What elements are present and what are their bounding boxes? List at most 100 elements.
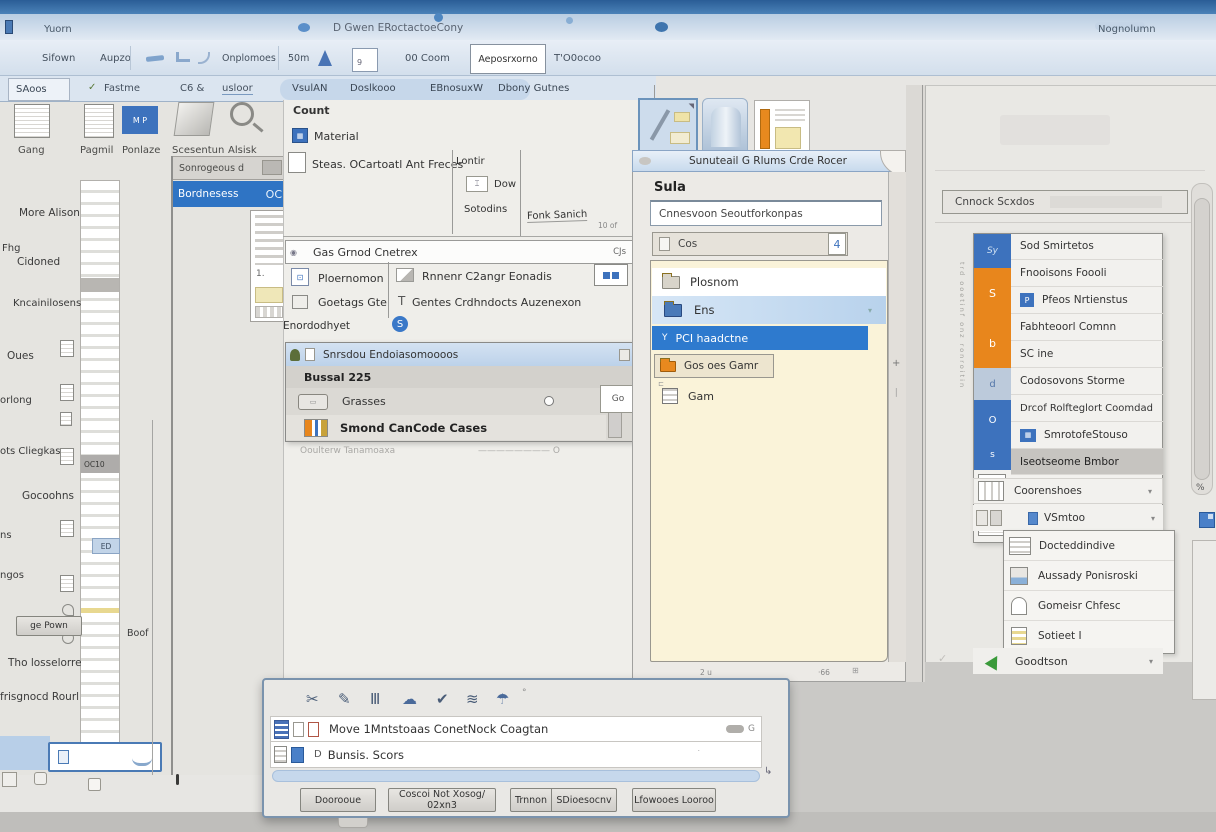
tab-dbony[interactable]: Dbony Gutnes xyxy=(498,83,569,94)
bd-icon-check[interactable]: ✔ xyxy=(436,690,449,708)
redo-icon[interactable] xyxy=(176,52,190,62)
label-oues[interactable]: Oues xyxy=(7,350,34,362)
tab-doslkooo[interactable]: Doslkooo xyxy=(350,83,396,94)
popup-corner-box[interactable] xyxy=(619,349,630,361)
checkbox-icon-3[interactable] xyxy=(88,778,101,791)
label-cliegkas[interactable]: ots Cliegkas xyxy=(0,446,60,457)
goodtson-row[interactable]: Goodtson ▾ xyxy=(973,648,1163,674)
submenu-item-4[interactable]: Sotieet I xyxy=(1004,621,1174,651)
scesentun-icon[interactable] xyxy=(174,102,215,136)
right-menu-item-2[interactable]: Fnooisons Foooli xyxy=(1011,260,1163,287)
bd-icon-columns[interactable]: Ⅲ xyxy=(370,690,380,708)
toolbar-item-coom[interactable]: 00 Coom xyxy=(405,53,450,64)
right-header[interactable]: Cnnock Scxdos xyxy=(942,190,1188,214)
list-row-ens[interactable]: Ens ▾ xyxy=(652,296,886,324)
gallery-tile-2[interactable] xyxy=(702,98,748,158)
label-kncainilosens[interactable]: Kncainilosens xyxy=(13,298,81,309)
right-scroll-track[interactable] xyxy=(1191,183,1213,495)
right-menu-item-1[interactable]: Sod Smirtetos xyxy=(1011,233,1163,260)
bottomleft-input[interactable] xyxy=(48,742,162,772)
toolbar-item-onplomoes[interactable]: Onplomoes xyxy=(222,53,276,64)
popup-option-smond[interactable]: Smond CanCode Cases xyxy=(286,415,606,440)
bd-button-coscoi[interactable]: Coscoi Not Xosog/ 02xn3 xyxy=(388,788,496,812)
menu-item-enor[interactable]: Enordodhyet xyxy=(283,320,350,332)
bd-icon-cloud[interactable]: ☁ xyxy=(402,690,417,708)
left-listbox-ed[interactable]: ED xyxy=(92,538,120,554)
popup-option-grasses[interactable]: ▭ Grasses xyxy=(286,389,606,414)
bd-row-2[interactable]: D Bunsis. Scors ˙ xyxy=(270,742,762,768)
right-menu-item-9[interactable]: Iseotseome Bmbor xyxy=(1011,449,1163,475)
right-blue-doc-icon[interactable] xyxy=(1199,512,1215,528)
right-menu-item-5[interactable]: SC ine xyxy=(1011,341,1163,368)
menu-item-gentes[interactable]: Gentes Crdhndocts Auzenexon xyxy=(412,296,581,309)
toolbar-item-50m[interactable]: 50m xyxy=(288,53,309,64)
dialog-combo[interactable]: Cos xyxy=(652,232,848,256)
gepown-button[interactable]: ge Pown xyxy=(16,616,82,636)
grasses-radio[interactable] xyxy=(544,396,554,406)
left-listbox-oc10[interactable]: OC10 xyxy=(81,455,119,473)
pagmil-icon[interactable] xyxy=(84,104,114,138)
toolbar-active-item[interactable]: Aeposrxorno xyxy=(470,44,546,74)
dropdown-selected[interactable]: Bordnesess OC xyxy=(172,181,290,207)
bd-button-lfowooes[interactable]: Lfowooes Looroo xyxy=(632,788,716,812)
bd-row-1[interactable]: Move 1Mntstoaas ConetNock Coagtan G xyxy=(270,716,762,742)
submenu-item-2[interactable]: Aussady Ponisroski xyxy=(1004,561,1174,591)
ponlaze-icon[interactable]: M P xyxy=(122,106,158,134)
checkbox-icon-1[interactable] xyxy=(2,772,17,787)
bd-button-sdioesocnv[interactable]: SDioesocnv xyxy=(551,788,617,812)
toolbar-item-tocooo[interactable]: T'O0ocoo xyxy=(554,53,601,64)
menu-popup-titlebar[interactable]: Snrsdou Endoiasomoooos xyxy=(286,343,636,366)
gallery-tile-3[interactable] xyxy=(754,100,810,156)
coorenshoes-row[interactable]: Coorenshoes ▾ xyxy=(973,478,1163,504)
gallery-tile-1[interactable]: ◥ xyxy=(638,98,698,154)
tab-fastme[interactable]: Fastme xyxy=(104,83,140,94)
right-menu-item-7[interactable]: Drcof Rolfteglort Coomdad xyxy=(1011,395,1163,422)
tab-saoos[interactable]: SAoos xyxy=(8,78,70,101)
table-select-icon[interactable] xyxy=(352,48,378,72)
right-menu-item-8[interactable]: ▦ SmrotofeStouso xyxy=(1011,422,1163,449)
menu-col-sotodins[interactable]: Sotodins xyxy=(464,204,507,215)
submenu-item-3[interactable]: Gomeisr Chfesc xyxy=(1004,591,1174,621)
vsmtoo-row[interactable]: VSmtoo ▾ xyxy=(973,505,1163,531)
list-row-plosnom[interactable]: Plosnom xyxy=(652,268,886,296)
menu-col-dow[interactable]: Dow xyxy=(494,179,516,190)
right-menu-item-6[interactable]: Codosovons Storme xyxy=(1011,368,1163,395)
submenu-item-1[interactable]: Docteddindive xyxy=(1004,531,1174,561)
menu-item-ploernomon[interactable]: Ploernomon xyxy=(318,272,384,285)
dialog-scrollbar[interactable] xyxy=(888,172,906,662)
tab-usloor[interactable]: usloor xyxy=(222,83,253,95)
gang-icon[interactable] xyxy=(14,104,50,138)
alsisk-icon[interactable] xyxy=(230,102,254,126)
toolbar-item-aupzo[interactable]: Aupzo xyxy=(100,53,131,64)
label-fris[interactable]: frisgnocd Rourl xyxy=(0,691,79,703)
bd-icon-scissors[interactable]: ✂ xyxy=(306,690,319,708)
right-scroll-thumb[interactable] xyxy=(1194,198,1210,480)
menu-item-rnnenr[interactable]: Rnnenr C2angr Eonadis xyxy=(422,270,552,283)
label-gocoohns[interactable]: Gocoohns xyxy=(22,490,74,502)
menu-item-steas[interactable]: Steas. OCartoatl Ant Freces xyxy=(312,158,463,171)
right-menu-item-4[interactable]: Fabhteoorl Comnn xyxy=(1011,314,1163,341)
list-row-gam[interactable]: Gam xyxy=(652,384,852,408)
menu-item-goetags[interactable]: Goetags Gte xyxy=(318,296,387,309)
label-tho[interactable]: Tho losselorre xyxy=(8,657,82,669)
dialog-spinner[interactable]: 4 xyxy=(828,233,846,255)
menu-col-fonk[interactable]: Fonk Sanich xyxy=(527,209,588,223)
bd-icon-list[interactable]: ≋ xyxy=(466,690,479,708)
tab-vsulan[interactable]: VsulAN xyxy=(292,83,328,94)
bd-icon-pencil[interactable]: ✎ xyxy=(338,690,351,708)
label-more-alison[interactable]: More Alison xyxy=(19,207,80,219)
toolbar-item-sifown[interactable]: Sifown xyxy=(42,53,75,64)
tab-c6[interactable]: C6 & xyxy=(180,83,204,94)
bd-button-doorooue[interactable]: Doorooue xyxy=(300,788,376,812)
bd-hscrollbar[interactable] xyxy=(272,770,760,782)
list-row-pci[interactable]: Y PCI haadctne xyxy=(652,326,868,350)
dialog-titlebar[interactable]: Sunuteail G Rlums Crde Rocer xyxy=(632,150,906,172)
bd-button-trnnon[interactable]: Trnnon xyxy=(510,788,552,812)
dialog-input[interactable] xyxy=(650,200,882,226)
menu-highlight-row[interactable]: ◉ Gas Grnod Cnetrex CJs xyxy=(285,240,637,264)
go-cell[interactable]: Go xyxy=(600,385,636,413)
checkbox-icon-2[interactable] xyxy=(34,772,47,785)
bd-icon-umbrella[interactable]: ☂ xyxy=(496,690,509,708)
right-menu-item-3[interactable]: P Pfeos Nrtienstus xyxy=(1011,287,1163,314)
menu-item-material[interactable]: Material xyxy=(314,130,359,143)
